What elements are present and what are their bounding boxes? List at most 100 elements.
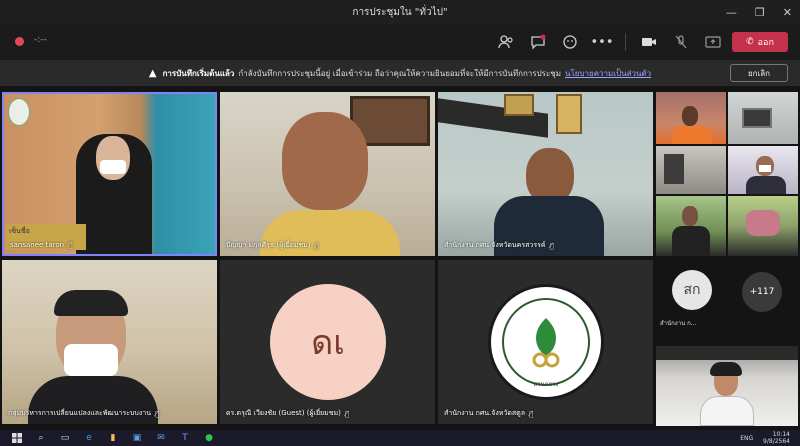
file-explorer-icon[interactable]: ▮ (106, 432, 120, 444)
close-icon[interactable]: ✕ (783, 6, 792, 19)
avatar: สก (672, 270, 712, 310)
placard-text: เซ็นชื่อ (9, 227, 30, 235)
face-mask (100, 160, 126, 174)
phone-icon: ✆ (746, 37, 754, 47)
avatar: ดเ (270, 284, 386, 400)
mic-off-icon: 🎙̸ (155, 409, 160, 418)
mic-off-icon: 🎙̸ (549, 241, 554, 250)
video-tile-change-mgmt[interactable]: กลุ่มบริหารการเปลี่ยนแปลงและพัฒนาระบบงาน… (2, 260, 217, 424)
participant-name: ดร.ดรุณี เวียงชัย (Guest) (ผู้เยี่ยมชม) … (226, 408, 349, 419)
participant-name: สำนักงาน ก... (660, 318, 696, 328)
avatar-tile-sk[interactable]: สก สำนักงาน ก... (656, 260, 726, 330)
self-view-tile[interactable] (656, 346, 798, 426)
avatar-initials: ดเ (311, 323, 345, 363)
windows-taskbar: ⌕ ▭ e ▮ ▣ ✉ T ● ENG 10:14 9/8/2564 (0, 430, 800, 446)
video-tile-nakhonsawan[interactable]: สำนักงาน กศน.จังหวัดนครสวรรค์ 🎙̸ (438, 92, 653, 256)
avatar-tile-darunee[interactable]: ดเ ดร.ดรุณี เวียงชัย (Guest) (ผู้เยี่ยมช… (220, 260, 435, 424)
clock-date: 9/8/2564 (763, 438, 790, 445)
mic-off-icon: 🎙̸ (68, 241, 73, 249)
task-view-icon[interactable]: ▭ (58, 432, 72, 444)
leave-button[interactable]: ✆ ออก (732, 32, 788, 52)
face-mask (759, 165, 771, 172)
chat-icon[interactable] (529, 33, 547, 51)
window-title: การประชุมใน "ทั่วไป" (352, 6, 448, 18)
participant-name-text: สำนักงาน กศน.จังหวัดนครสวรรค์ (444, 241, 546, 249)
participant-shirt (746, 176, 786, 194)
privacy-policy-link[interactable]: นโยบายความเป็นส่วนตัว (565, 67, 651, 80)
recording-icon (15, 37, 24, 46)
participant-name: ปัญญา มกุลศีรุธ (ผู้เยี่ยมชม) 🎙̸ (226, 240, 319, 251)
participant-face (682, 206, 698, 226)
share-screen-icon[interactable] (704, 33, 722, 51)
mail-icon[interactable]: ✉ (154, 432, 168, 444)
video-tile-panya[interactable]: ปัญญา มกุลศีรุธ (ผู้เยี่ยมชม) 🎙̸ (220, 92, 435, 256)
camera-icon[interactable] (640, 33, 658, 51)
overflow-count: +117 (749, 287, 775, 297)
maximize-icon[interactable]: ❐ (755, 6, 765, 19)
banner-bold-text: การบันทึกเริ่มต้นแล้ว (162, 68, 235, 78)
store-icon[interactable]: ▣ (130, 432, 144, 444)
title-bar: การประชุมใน "ทั่วไป" — ❐ ✕ (0, 0, 800, 24)
meeting-toolbar: -:-- ••• ✆ ออก (0, 24, 800, 60)
organization-logo: สวนกลาง (488, 284, 604, 400)
wall-monitor (742, 108, 772, 128)
participant-name-text: สำนักงาน ก... (660, 320, 697, 327)
video-tile-sansanee[interactable]: เซ็นชื่อ sansanee taron 🎙̸ (2, 92, 217, 256)
participant-name-text: ปัญญา มกุลศีรุธ (ผู้เยี่ยมชม) (226, 241, 311, 249)
participant-name: สำนักงาน กศน.จังหวัดสตูล 🎙̸ (444, 408, 533, 419)
participant-figure (746, 210, 780, 236)
participant-name-text: สำนักงาน กศน.จังหวัดสตูล (444, 409, 525, 417)
participants-icon[interactable] (497, 33, 515, 51)
minimize-icon[interactable]: — (726, 6, 737, 19)
participant-name: สำนักงาน กศน.จังหวัดนครสวรรค์ 🎙̸ (444, 240, 554, 251)
ceiling-area (656, 346, 798, 360)
participant-name-text: sansanee taron (10, 241, 65, 249)
recording-timer: -:-- (34, 35, 47, 45)
video-tile-small-6[interactable] (728, 196, 798, 256)
participant-hair (710, 362, 742, 376)
windows-start-icon[interactable] (10, 432, 24, 444)
participant-name-text: ดร.ดรุณี เวียงชัย (Guest) (ผู้เยี่ยมชม) (226, 409, 341, 417)
participant-name-text: กลุ่มบริหารการเปลี่ยนแปลงและพัฒนาระบบงาน (8, 409, 152, 417)
dismiss-banner-button[interactable]: ยกเลิก (730, 64, 788, 82)
participant-face (682, 106, 698, 126)
line-icon[interactable]: ● (202, 432, 216, 444)
video-tile-small-3[interactable] (656, 146, 726, 194)
participant-hair (54, 290, 128, 316)
warning-icon: ▲ (148, 67, 157, 79)
clock[interactable]: 10:14 9/8/2564 (763, 431, 790, 445)
language-indicator[interactable]: ENG (740, 435, 753, 442)
video-tile-small-4[interactable] (728, 146, 798, 194)
recording-banner: ▲ การบันทึกเริ่มต้นแล้ว กำลังบันทึกการปร… (0, 60, 800, 86)
reactions-icon[interactable] (561, 33, 579, 51)
more-options-icon[interactable]: ••• (591, 33, 614, 51)
toolbar-divider (625, 33, 626, 51)
avatar-initials: สก (683, 282, 701, 298)
search-icon[interactable]: ⌕ (34, 432, 48, 444)
participant-name: sansanee taron 🎙̸ (10, 241, 72, 249)
participant-shirt (700, 396, 754, 426)
participant-shirt (672, 226, 710, 256)
overflow-participants[interactable]: +117 (728, 260, 798, 330)
face-mask (64, 344, 118, 376)
participant-shirt (672, 126, 712, 144)
system-tray: ENG 10:14 9/8/2564 (740, 431, 790, 445)
school-logo (8, 98, 30, 126)
logo-ring (502, 298, 590, 386)
participant-face (282, 112, 368, 210)
logo-caption: สวนกลาง (533, 381, 559, 388)
emblem-icon (532, 318, 560, 368)
teams-icon[interactable]: T (178, 432, 192, 444)
wall-frame-2 (556, 94, 582, 134)
avatar-tile-satun[interactable]: สวนกลาง สำนักงาน กศน.จังหวัดสตูล 🎙̸ (438, 260, 653, 424)
video-tile-small-5[interactable] (656, 196, 726, 256)
edge-icon[interactable]: e (82, 432, 96, 444)
video-tile-small-2[interactable] (728, 92, 798, 144)
mic-muted-icon[interactable] (672, 33, 690, 51)
mic-off-icon: 🎙̸ (529, 409, 534, 418)
mic-off-icon: 🎙̸ (314, 241, 319, 250)
overflow-count-badge: +117 (742, 272, 782, 312)
participant-name: กลุ่มบริหารการเปลี่ยนแปลงและพัฒนาระบบงาน… (8, 408, 159, 419)
clock-time: 10:14 (772, 431, 790, 438)
video-tile-small-1[interactable] (656, 92, 726, 144)
